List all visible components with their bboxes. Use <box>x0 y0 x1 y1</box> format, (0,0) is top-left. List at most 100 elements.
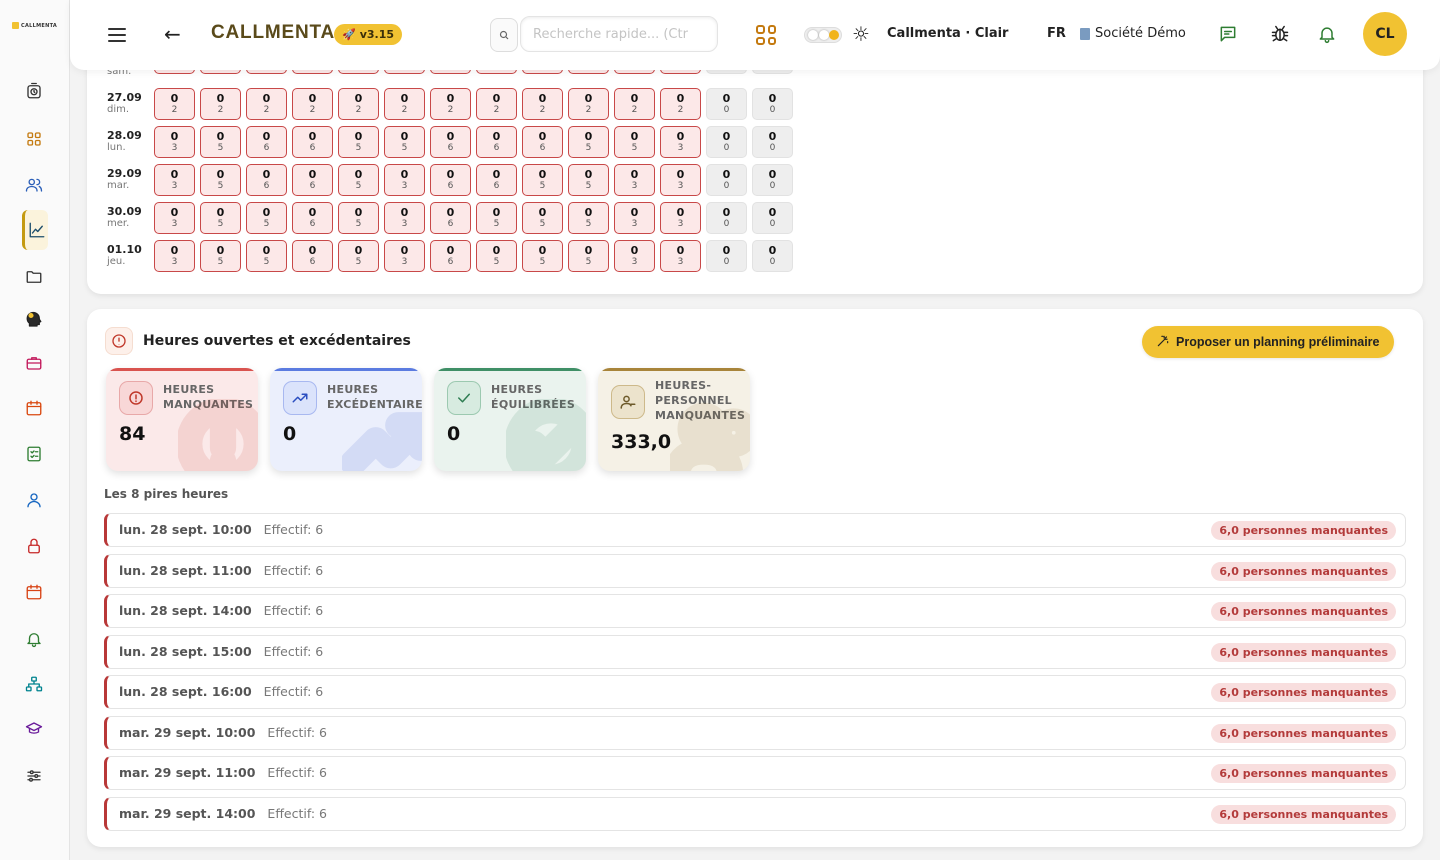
grid-cell[interactable]: 06 <box>430 240 471 272</box>
grid-cell[interactable]: 02 <box>522 88 563 120</box>
list-item[interactable]: lun. 28 sept. 16:00 Effectif: 6 6,0 person… <box>104 675 1406 709</box>
grid-cell[interactable]: 00 <box>752 88 793 120</box>
grid-cell[interactable]: 03 <box>614 164 655 196</box>
lock-icon[interactable] <box>20 532 48 560</box>
sun-icon[interactable]: ☼ <box>852 24 870 44</box>
grid-cell[interactable]: 06 <box>246 126 287 158</box>
grid-cell[interactable]: 05 <box>338 240 379 272</box>
user-icon[interactable] <box>20 486 48 514</box>
brain-icon[interactable] <box>20 306 48 334</box>
grid-cell[interactable]: 05 <box>200 164 241 196</box>
app-logo[interactable]: CALLMENTA <box>12 22 57 29</box>
grid-cell[interactable]: 03 <box>614 240 655 272</box>
briefcase-icon[interactable] <box>20 349 48 377</box>
grid-cell[interactable]: 06 <box>430 202 471 234</box>
grid-cell[interactable]: 06 <box>476 164 517 196</box>
grid-cell[interactable]: 05 <box>522 164 563 196</box>
grid-cell[interactable]: 05 <box>568 202 609 234</box>
graduation-icon[interactable] <box>20 715 48 743</box>
grid-cell[interactable]: 02 <box>200 88 241 120</box>
grid-cell[interactable]: 03 <box>660 126 701 158</box>
search-input[interactable] <box>520 16 718 52</box>
grid-cell[interactable]: 05 <box>568 240 609 272</box>
bug-icon[interactable] <box>1268 22 1292 46</box>
grid-cell[interactable]: 03 <box>660 240 701 272</box>
avatar[interactable]: CL <box>1363 12 1407 56</box>
grid-cell[interactable]: 05 <box>522 202 563 234</box>
grid-cell[interactable]: 06 <box>292 202 333 234</box>
calendar-icon[interactable] <box>20 394 48 422</box>
grid-cell[interactable]: 05 <box>246 240 287 272</box>
menu-icon[interactable] <box>106 25 128 45</box>
grid-cell[interactable]: 02 <box>568 88 609 120</box>
chat-icon[interactable] <box>1216 22 1240 46</box>
checklist-icon[interactable] <box>20 440 48 468</box>
grid-cell[interactable]: 03 <box>614 202 655 234</box>
language-selector[interactable]: FR <box>1047 26 1066 41</box>
grid-cell[interactable]: 02 <box>430 88 471 120</box>
grid-cell[interactable]: 02 <box>338 88 379 120</box>
grid-cell[interactable]: 06 <box>430 126 471 158</box>
notification-bell-icon[interactable] <box>1315 22 1339 46</box>
grid-cell[interactable]: 05 <box>568 126 609 158</box>
apps-grid-icon[interactable] <box>756 25 776 45</box>
grid-cell[interactable]: 02 <box>476 88 517 120</box>
grid-cell[interactable]: 05 <box>246 202 287 234</box>
grid-cell[interactable]: 05 <box>338 164 379 196</box>
search-icon[interactable] <box>490 18 518 52</box>
grid-cell[interactable]: 03 <box>660 164 701 196</box>
grid-cell[interactable]: 03 <box>154 240 195 272</box>
grid-cell[interactable]: 06 <box>430 164 471 196</box>
grid-cell[interactable]: 06 <box>246 164 287 196</box>
grid-cell[interactable]: 03 <box>154 164 195 196</box>
grid-cell[interactable]: 00 <box>706 164 747 196</box>
grid-cell[interactable]: 02 <box>246 88 287 120</box>
grid-cell[interactable]: 05 <box>200 240 241 272</box>
grid-cell[interactable]: 02 <box>292 88 333 120</box>
grid-cell[interactable]: 05 <box>338 126 379 158</box>
grid-cell[interactable]: 06 <box>292 164 333 196</box>
grid-cell[interactable]: 03 <box>660 202 701 234</box>
grid-cell[interactable]: 00 <box>706 88 747 120</box>
list-item[interactable]: lun. 28 sept. 15:00 Effectif: 6 6,0 person… <box>104 634 1406 669</box>
grid-cell[interactable]: 00 <box>706 126 747 158</box>
chart-icon[interactable] <box>22 210 48 250</box>
grid-cell[interactable]: 02 <box>660 88 701 120</box>
list-item[interactable]: lun. 28 sept. 11:00 Effectif: 6 6,0 person… <box>104 553 1406 588</box>
propose-planning-button[interactable]: Proposer un planning préliminaire <box>1142 326 1394 358</box>
grid-cell[interactable]: 03 <box>384 164 425 196</box>
grid-cell[interactable]: 05 <box>476 240 517 272</box>
theme-label[interactable]: Callmenta · Clair <box>887 26 1008 41</box>
timer-icon[interactable] <box>20 77 48 105</box>
list-item[interactable]: mar. 29 sept. 14:00 Effectif: 6 6,0 person… <box>104 796 1406 831</box>
sliders-icon[interactable] <box>20 762 48 790</box>
grid-cell[interactable]: 02 <box>384 88 425 120</box>
company-selector[interactable]: Société Démo <box>1080 26 1186 41</box>
org-chart-icon[interactable] <box>20 670 48 698</box>
users-icon[interactable] <box>20 171 48 199</box>
grid-cell[interactable]: 05 <box>338 202 379 234</box>
grid-cell[interactable]: 06 <box>522 126 563 158</box>
grid-cell[interactable]: 05 <box>384 126 425 158</box>
apps-icon[interactable] <box>20 125 48 153</box>
theme-toggle[interactable] <box>804 27 842 43</box>
grid-cell[interactable]: 06 <box>292 240 333 272</box>
folder-icon[interactable] <box>20 263 48 291</box>
grid-cell[interactable]: 05 <box>476 202 517 234</box>
list-item[interactable]: lun. 28 sept. 10:00 Effectif: 6 6,0 person… <box>104 513 1406 547</box>
grid-cell[interactable]: 05 <box>200 126 241 158</box>
grid-cell[interactable]: 06 <box>476 126 517 158</box>
grid-cell[interactable]: 03 <box>384 240 425 272</box>
grid-cell[interactable]: 02 <box>154 88 195 120</box>
list-item[interactable]: mar. 29 sept. 10:00 Effectif: 6 6,0 person… <box>104 715 1406 750</box>
grid-cell[interactable]: 05 <box>522 240 563 272</box>
list-item[interactable]: lun. 28 sept. 14:00 Effectif: 6 6,0 person… <box>104 594 1406 628</box>
grid-cell[interactable]: 02 <box>614 88 655 120</box>
grid-cell[interactable]: 05 <box>568 164 609 196</box>
grid-cell[interactable]: 00 <box>752 164 793 196</box>
grid-cell[interactable]: 03 <box>154 202 195 234</box>
grid-cell[interactable]: 06 <box>292 126 333 158</box>
grid-cell[interactable]: 00 <box>752 240 793 272</box>
back-arrow-icon[interactable]: ← <box>164 22 181 46</box>
grid-cell[interactable]: 00 <box>706 202 747 234</box>
